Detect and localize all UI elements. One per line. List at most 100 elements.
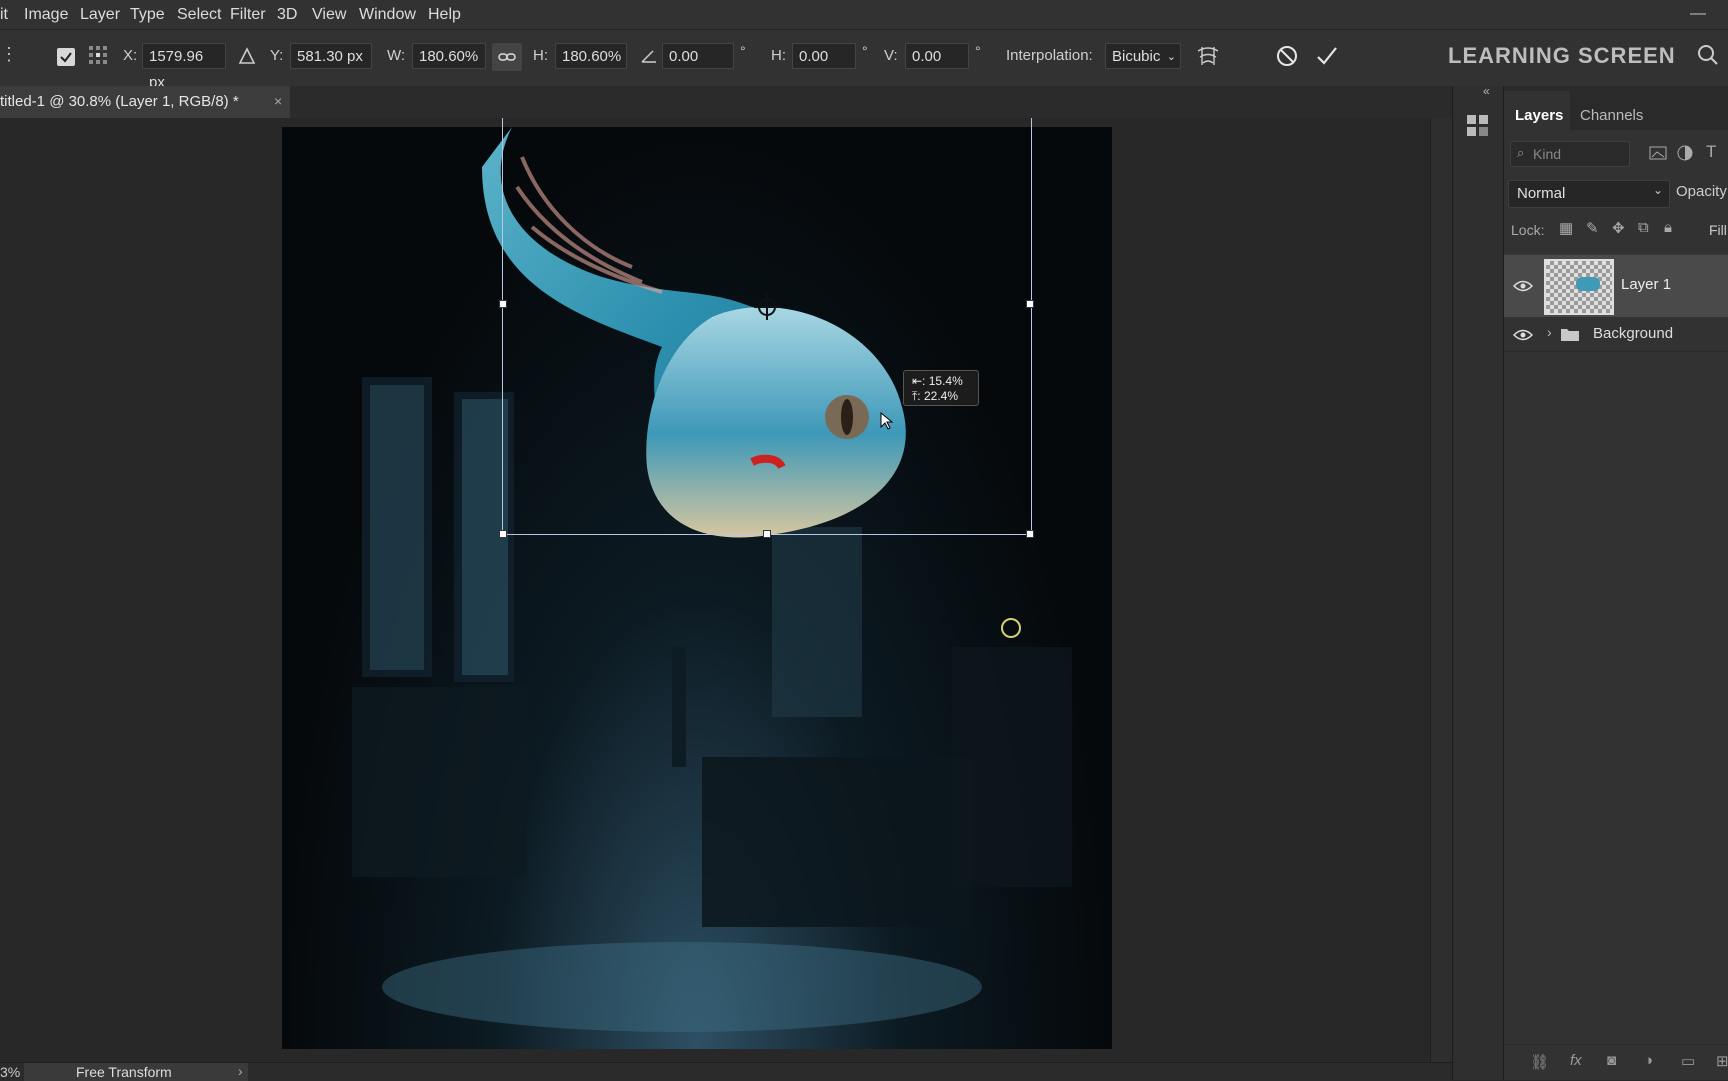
transform-handle-bottom-center[interactable]	[763, 530, 771, 538]
menu-layer[interactable]: Layer	[80, 6, 120, 24]
transform-bounding-box[interactable]	[502, 118, 1032, 535]
tab-layers[interactable]: Layers	[1515, 107, 1563, 124]
rotate-angle-icon	[641, 50, 656, 63]
layer-row[interactable]: Layer 1	[1504, 254, 1728, 317]
new-group-icon[interactable]: ▭	[1681, 1052, 1695, 1070]
folder-icon	[1561, 329, 1579, 341]
click-indicator-icon	[1001, 618, 1021, 638]
lock-transparent-icon[interactable]: ▦	[1559, 219, 1573, 237]
grip-icon: ⋮	[0, 44, 18, 64]
cancel-transform-icon[interactable]	[1275, 44, 1299, 68]
menu-window[interactable]: Window	[359, 6, 416, 24]
commit-transform-icon[interactable]	[1315, 44, 1339, 68]
collapse-panels-icon[interactable]: «	[1483, 84, 1490, 98]
chain-link-icon	[498, 53, 516, 61]
blend-mode-select[interactable]: Normal ⌄	[1508, 180, 1670, 208]
width-label: W:	[387, 47, 406, 64]
mouse-cursor-icon	[880, 412, 894, 430]
menu-select[interactable]: Select	[177, 6, 221, 24]
x-position-field[interactable]: 1579.96 px	[142, 43, 226, 91]
panel-icon-strip: «	[1452, 84, 1503, 1080]
opacity-label: Opacity	[1676, 183, 1727, 200]
document-tab-title: titled-1 @ 30.8% (Layer 1, RGB/8) *	[0, 93, 239, 110]
interpolation-select[interactable]: Bicubic ⌄	[1105, 43, 1181, 69]
layer-name[interactable]: Background	[1593, 325, 1673, 342]
new-layer-icon[interactable]: ⊞	[1716, 1052, 1728, 1070]
layer-thumbnail	[1544, 259, 1614, 315]
reference-point-grid-icon[interactable]	[88, 45, 108, 65]
vertical-scrollbar[interactable]	[1430, 118, 1453, 1062]
width-scale-field[interactable]: 180.60%	[412, 43, 486, 69]
lock-artboard-icon[interactable]: ⧉	[1638, 219, 1649, 236]
transform-handle-bottom-left[interactable]	[499, 530, 507, 538]
transform-handle-mid-left[interactable]	[499, 300, 507, 308]
skew-h-label: H:	[771, 47, 786, 64]
rotation-angle-field[interactable]: 0.00	[662, 43, 734, 69]
adjustment-layer-icon[interactable]: ◑	[1644, 1052, 1653, 1069]
filter-adjustment-icon[interactable]	[1676, 144, 1694, 162]
filter-type-icon[interactable]: T	[1706, 142, 1716, 162]
lock-all-icon[interactable]: 🔒︎	[1664, 219, 1672, 236]
link-proportions-button[interactable]	[492, 43, 522, 71]
lock-image-icon[interactable]: ✎	[1586, 219, 1599, 237]
reference-point-crosshair-icon[interactable]	[752, 292, 782, 322]
status-mode: Free Transform	[76, 1064, 172, 1080]
menu-3d[interactable]: 3D	[277, 6, 297, 24]
zoom-level[interactable]: 3%	[0, 1064, 20, 1080]
layer-filter-select[interactable]: ⌕ Kind	[1510, 141, 1630, 167]
minimize-icon[interactable]: —	[1690, 5, 1706, 23]
skew-horizontal-field[interactable]: 0.00	[792, 43, 856, 69]
degree-symbol: °	[975, 43, 981, 59]
filter-kind-label: Kind	[1533, 146, 1562, 162]
close-icon[interactable]: ×	[274, 93, 282, 109]
tab-channels[interactable]: Channels	[1580, 107, 1643, 124]
visibility-eye-icon[interactable]	[1513, 328, 1533, 342]
chevron-right-icon[interactable]: ›	[238, 1063, 243, 1079]
transform-tooltip: ⇤: 15.4% ⤒: 22.4%	[903, 370, 979, 406]
transform-handle-bottom-right[interactable]	[1026, 530, 1034, 538]
transform-handle-mid-right[interactable]	[1026, 300, 1034, 308]
menu-view[interactable]: View	[312, 6, 346, 24]
lock-label: Lock:	[1511, 222, 1545, 238]
search-icon[interactable]	[1697, 44, 1719, 66]
reference-point-checkbox[interactable]	[57, 48, 75, 66]
degree-symbol: °	[862, 43, 868, 59]
options-bar: ⋮ X: 1579.96 px Y: 581.30 px W: 180.60% …	[0, 29, 1728, 91]
skew-v-label: V:	[884, 47, 898, 64]
menu-edit[interactable]: it	[0, 6, 8, 24]
libraries-panel-icon[interactable]	[1464, 111, 1492, 139]
degree-symbol: °	[740, 43, 746, 59]
height-scale-field[interactable]: 180.60%	[555, 43, 627, 69]
skew-vertical-field[interactable]: 0.00	[905, 43, 969, 69]
tooltip-y-offset: ⤒: 22.4%	[912, 389, 958, 403]
y-label: Y:	[270, 47, 284, 64]
warp-mode-icon[interactable]	[1195, 43, 1221, 69]
menu-type[interactable]: Type	[130, 6, 165, 24]
y-position-field[interactable]: 581.30 px	[290, 43, 372, 69]
layer-row[interactable]: › Background	[1504, 317, 1728, 352]
filter-pixel-icon[interactable]	[1649, 144, 1667, 162]
menu-image[interactable]: Image	[24, 6, 68, 24]
link-layers-icon[interactable]: ⛓︎	[1530, 1053, 1549, 1071]
chevron-down-icon: ⌄	[1652, 183, 1663, 197]
height-label: H:	[533, 47, 548, 64]
lock-position-icon[interactable]: ✥	[1612, 219, 1625, 237]
relative-position-delta-icon[interactable]	[238, 47, 256, 65]
tooltip-x-offset: ⇤: 15.4%	[912, 374, 963, 388]
menu-filter[interactable]: Filter	[230, 6, 266, 24]
layers-panel: Layers Channels ⌕ Kind T Normal ⌄ Opacit…	[1503, 86, 1728, 1080]
layer-name[interactable]: Layer 1	[1621, 276, 1671, 293]
add-mask-icon[interactable]: ◙	[1607, 1052, 1616, 1069]
visibility-eye-icon[interactable]	[1513, 279, 1533, 293]
chevron-right-icon[interactable]: ›	[1547, 324, 1552, 340]
document-tab[interactable]: titled-1 @ 30.8% (Layer 1, RGB/8) * ×	[0, 86, 290, 118]
status-info-box[interactable]: Free Transform ›	[24, 1063, 248, 1081]
interpolation-value: Bicubic	[1112, 48, 1161, 65]
layer-style-fx-icon[interactable]: fx	[1570, 1052, 1582, 1069]
blend-mode-value: Normal	[1517, 185, 1566, 202]
chevron-down-icon: ⌄	[1166, 51, 1176, 63]
status-bar: 3% Free Transform ›	[0, 1062, 1452, 1081]
menu-help[interactable]: Help	[428, 6, 461, 24]
interpolation-label: Interpolation:	[1006, 47, 1093, 64]
check-icon	[60, 52, 72, 63]
